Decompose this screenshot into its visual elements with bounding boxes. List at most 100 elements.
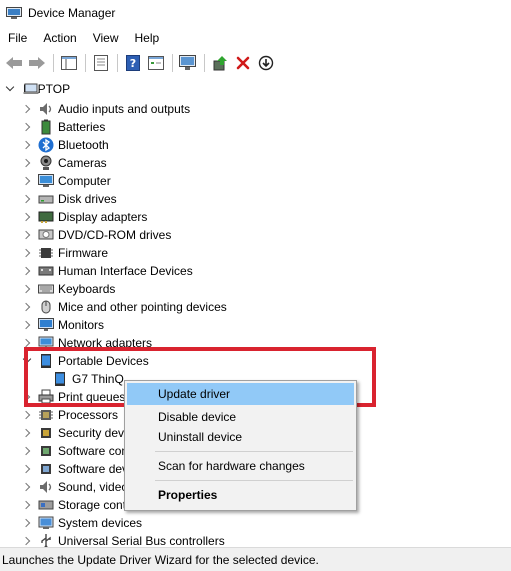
chevron-right-icon[interactable] — [22, 302, 32, 312]
system-device-icon — [38, 515, 54, 531]
context-separator — [155, 451, 353, 452]
tree-category-item[interactable]: System devices — [22, 514, 142, 532]
toolbar-separator — [85, 54, 86, 72]
properties-sheet-icon[interactable] — [90, 52, 112, 74]
tree-category-item[interactable]: Cameras — [22, 154, 107, 172]
menu-file[interactable]: File — [0, 28, 35, 48]
context-properties[interactable]: Properties — [127, 484, 354, 506]
device-manager-icon — [6, 6, 22, 20]
tree-item-label: Human Interface Devices — [58, 264, 193, 278]
chevron-right-icon[interactable] — [22, 194, 32, 204]
tree-item-label: Audio inputs and outputs — [58, 102, 191, 116]
tree-item-label: Bluetooth — [58, 138, 109, 152]
chevron-right-icon[interactable] — [22, 320, 32, 330]
chevron-right-icon[interactable] — [22, 536, 32, 546]
tree-item-label: Mice and other pointing devices — [58, 300, 227, 314]
tree-item-label: Keyboards — [58, 282, 116, 296]
back-arrow-icon[interactable] — [3, 52, 25, 74]
chevron-right-icon[interactable] — [22, 284, 32, 294]
sound-icon — [38, 479, 54, 495]
tree-category-item[interactable]: Display adapters — [22, 208, 147, 226]
tree-item-label: Universal Serial Bus controllers — [58, 534, 225, 548]
toolbar: ? — [0, 50, 511, 76]
chevron-down-icon[interactable] — [5, 84, 15, 94]
action-pane-icon[interactable] — [145, 52, 167, 74]
tree-category-item[interactable]: Audio inputs and outputs — [22, 100, 190, 118]
help-icon[interactable]: ? — [122, 52, 144, 74]
context-update-driver[interactable]: Update driver — [127, 383, 354, 405]
tree-item-label: Monitors — [58, 318, 105, 332]
tree-item-label: Processors — [58, 408, 119, 422]
keyboard-icon — [38, 281, 54, 297]
camera-icon — [38, 155, 54, 171]
menu-bar: File Action View Help — [0, 28, 167, 48]
chevron-right-icon[interactable] — [22, 230, 32, 240]
tree-category-item[interactable]: Computer — [22, 172, 111, 190]
computer-icon — [38, 173, 54, 189]
tree-item-label: Firmware — [58, 246, 108, 260]
display-adapter-icon — [38, 209, 54, 225]
tree-root[interactable]: LAPTOP — [5, 80, 70, 98]
processor-icon — [38, 407, 54, 423]
tree-category-item[interactable]: Disk drives — [22, 190, 117, 208]
tree-item-label: Disk drives — [58, 192, 117, 206]
update-driver-icon[interactable] — [209, 52, 231, 74]
tree-item-label: System devices — [58, 516, 143, 530]
tree-category-item[interactable]: Processors — [22, 406, 118, 424]
tree-category-item[interactable]: DVD/CD-ROM drives — [22, 226, 171, 244]
chevron-right-icon[interactable] — [22, 140, 32, 150]
storage-controller-icon — [38, 497, 54, 513]
tree-item-label: Cameras — [58, 156, 107, 170]
menu-view[interactable]: View — [85, 28, 127, 48]
chevron-right-icon[interactable] — [22, 212, 32, 222]
chevron-right-icon[interactable] — [22, 518, 32, 528]
context-scan-hardware[interactable]: Scan for hardware changes — [127, 455, 354, 477]
tree-item-label: Batteries — [58, 120, 106, 134]
toolbar-separator — [204, 54, 205, 72]
bluetooth-icon — [38, 137, 54, 153]
software-component-icon — [38, 443, 54, 459]
uninstall-device-icon[interactable] — [232, 52, 254, 74]
speaker-icon — [38, 101, 54, 117]
tree-item-label: DVD/CD-ROM drives — [58, 228, 172, 242]
chevron-right-icon[interactable] — [22, 104, 32, 114]
tree-category-item[interactable]: Keyboards — [22, 280, 115, 298]
disable-device-icon[interactable] — [255, 52, 277, 74]
tree-category-item[interactable]: Mice and other pointing devices — [22, 298, 227, 316]
title-bar: Device Manager — [0, 0, 511, 26]
tree-category-item[interactable]: Firmware — [22, 244, 108, 262]
menu-action[interactable]: Action — [35, 28, 84, 48]
status-bar: Launches the Update Driver Wizard for th… — [0, 547, 511, 571]
chevron-right-icon[interactable] — [22, 482, 32, 492]
laptop-icon — [23, 81, 39, 97]
show-hide-console-tree-icon[interactable] — [58, 52, 80, 74]
monitor-icon — [38, 317, 54, 333]
tree-category-item[interactable]: Monitors — [22, 316, 104, 334]
scan-hardware-icon[interactable] — [177, 52, 199, 74]
chevron-right-icon[interactable] — [22, 410, 32, 420]
chevron-right-icon[interactable] — [22, 266, 32, 276]
chevron-right-icon[interactable] — [22, 176, 32, 186]
toolbar-separator — [172, 54, 173, 72]
forward-arrow-icon[interactable] — [26, 52, 48, 74]
context-uninstall-device[interactable]: Uninstall device — [127, 426, 354, 448]
tree-category-item[interactable]: Human Interface Devices — [22, 262, 193, 280]
chevron-right-icon[interactable] — [22, 158, 32, 168]
mouse-icon — [38, 299, 54, 315]
tree-category-item[interactable]: Batteries — [22, 118, 105, 136]
menu-help[interactable]: Help — [127, 28, 168, 48]
tree-category-item[interactable]: Bluetooth — [22, 136, 109, 154]
dvd-drive-icon — [38, 227, 54, 243]
hid-icon — [38, 263, 54, 279]
window-title: Device Manager — [28, 6, 116, 20]
context-disable-device[interactable]: Disable device — [127, 406, 354, 428]
chevron-right-icon[interactable] — [22, 446, 32, 456]
security-device-icon — [38, 425, 54, 441]
chevron-right-icon[interactable] — [22, 428, 32, 438]
context-separator — [155, 480, 353, 481]
chevron-right-icon[interactable] — [22, 248, 32, 258]
chevron-right-icon[interactable] — [22, 500, 32, 510]
chevron-right-icon[interactable] — [22, 464, 32, 474]
chevron-right-icon[interactable] — [22, 122, 32, 132]
toolbar-separator — [53, 54, 54, 72]
